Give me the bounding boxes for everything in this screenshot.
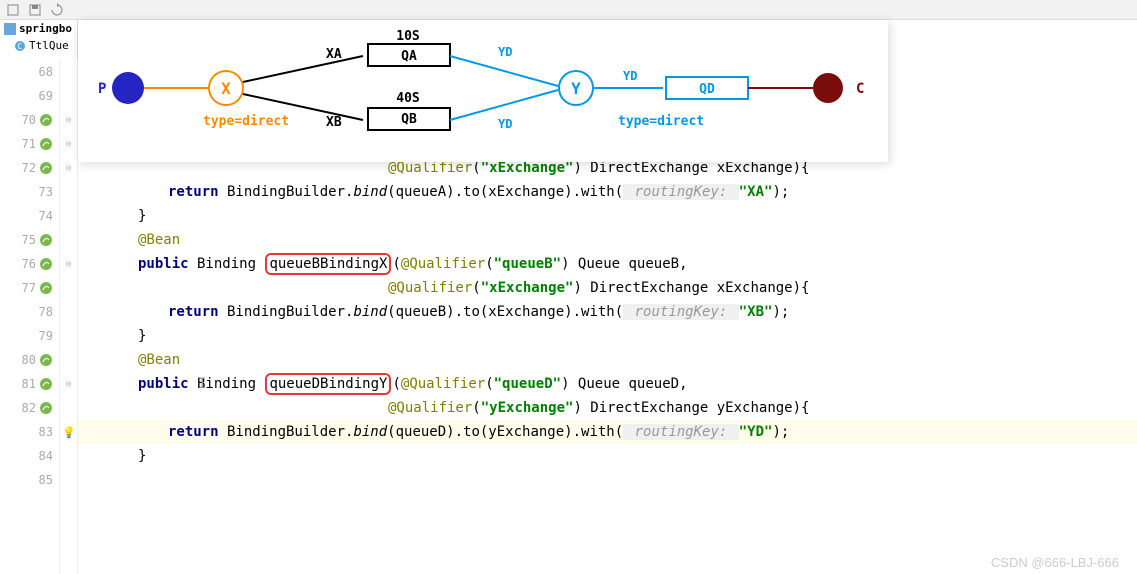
bean-icon [39,281,53,295]
method-highlight: queueBBindingX [265,253,391,275]
code-line-84[interactable]: } [78,444,1137,468]
svg-text:QA: QA [401,49,417,64]
text-cursor: I [198,376,206,392]
method-highlight: queueDBindingY [265,373,391,395]
code-line-79[interactable]: } [78,324,1137,348]
watermark: CSDN @666-LBJ-666 [991,555,1119,570]
code-line-78[interactable]: return BindingBuilder.bind(queueB).to(xE… [78,300,1137,324]
class-icon: C [14,40,26,52]
fold-marker[interactable]: ⊖ [60,156,77,180]
code-line-74[interactable]: } [78,204,1137,228]
toolbar-icon-1[interactable] [6,3,20,17]
bean-icon [39,161,53,175]
diagram-overlay: P X type=direct XA XB 10S QA 40S QB YD Y… [78,20,888,162]
bean-icon [39,137,53,151]
code-line-76[interactable]: public Binding queueBBindingX(@Qualifier… [78,252,1137,276]
bean-icon [39,257,53,271]
bean-icon [39,233,53,247]
bean-icon [39,401,53,415]
code-line-77[interactable]: @Qualifier("xExchange") DirectExchange x… [78,276,1137,300]
svg-text:C: C [18,42,23,51]
code-line-73[interactable]: return BindingBuilder.bind(queueA).to(xE… [78,180,1137,204]
svg-text:Y: Y [571,79,581,98]
p-label: P [98,81,106,97]
project-icon [4,23,16,35]
svg-text:YD: YD [623,69,637,83]
gutter: 68 69 70 71 72 73 74 75 76 77 78 79 80 8… [0,60,60,574]
bean-icon [39,353,53,367]
svg-text:40S: 40S [396,91,420,106]
code-line-83[interactable]: 💡return BindingBuilder.bind(queueD).to(y… [78,420,1137,444]
svg-text:type=direct: type=direct [203,114,289,129]
project-label: springbo [19,22,72,35]
toolbar [0,0,1137,20]
code-line-80[interactable]: @Bean [78,348,1137,372]
fold-marker[interactable]: ⊖ [60,132,77,156]
refresh-icon[interactable] [50,3,64,17]
bulb-icon[interactable]: 💡 [62,426,76,439]
fold-marker[interactable]: ⊖ [60,252,77,276]
code-line-81[interactable]: public Binding queueDBindingY(@Qualifier… [78,372,1137,396]
svg-text:type=direct: type=direct [618,114,704,129]
bean-icon [39,113,53,127]
file-label: TtlQue [29,39,69,52]
svg-text:YD: YD [498,117,512,131]
node-p [112,72,144,104]
bean-icon [39,377,53,391]
svg-text:XB: XB [326,115,342,130]
svg-text:QB: QB [401,112,417,127]
code-line-75[interactable]: @Bean [78,228,1137,252]
project-sidebar: springbo C TtlQue [0,20,78,60]
svg-text:XA: XA [326,47,342,62]
fold-column: ⊖ ⊖ ⊖ ⊖ ⊖ [60,60,78,574]
svg-text:10S: 10S [396,29,420,44]
svg-text:C: C [856,81,864,97]
code-line-82[interactable]: @Qualifier("yExchange") DirectExchange y… [78,396,1137,420]
svg-text:YD: YD [498,45,512,59]
project-root[interactable]: springbo [0,20,77,37]
file-item[interactable]: C TtlQue [0,37,77,54]
save-icon[interactable] [28,3,42,17]
fold-marker[interactable]: ⊖ [60,372,77,396]
svg-text:QD: QD [699,82,715,97]
fold-marker[interactable]: ⊖ [60,108,77,132]
svg-text:X: X [221,79,231,98]
